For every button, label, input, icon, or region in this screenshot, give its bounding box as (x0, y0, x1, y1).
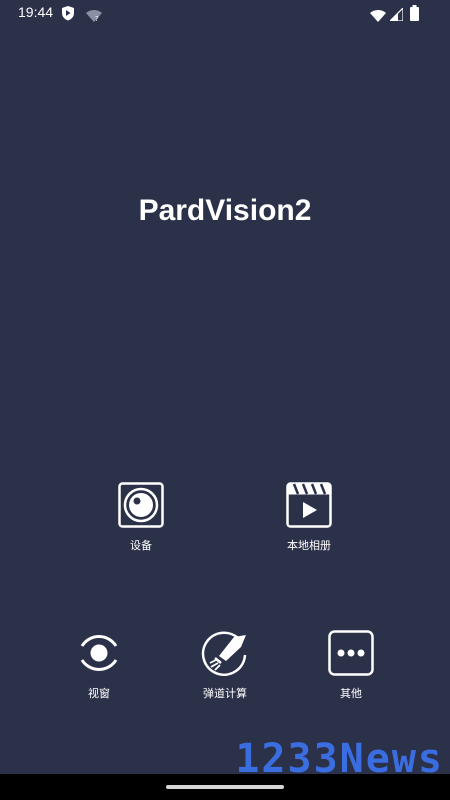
local-album-button[interactable]: 本地相册 (274, 482, 344, 553)
ballistic-calculation-button[interactable]: 弹道计算 (193, 630, 257, 701)
eye-view-icon (75, 630, 123, 680)
shield-icon (61, 5, 75, 25)
navigation-bar (0, 774, 450, 800)
battery-icon (410, 5, 419, 25)
view-button[interactable]: 视窗 (70, 630, 128, 701)
home-indicator[interactable] (166, 785, 284, 789)
svg-text:?: ? (95, 15, 99, 22)
status-time: 19:44 (18, 4, 54, 20)
wifi-question-icon: ? (86, 7, 102, 26)
ballistic-calculation-label: 弹道计算 (203, 687, 247, 700)
device-button[interactable]: 设备 (111, 482, 171, 553)
device-label: 设备 (130, 539, 152, 552)
other-button[interactable]: 其他 (322, 630, 380, 701)
other-label: 其他 (340, 687, 362, 700)
camera-lens-icon (118, 482, 164, 532)
bullet-trajectory-icon (201, 630, 249, 680)
status-bar: 19:44 ? (0, 0, 450, 28)
view-label: 视窗 (88, 687, 110, 700)
clapperboard-icon (286, 482, 332, 532)
signal-icon (388, 6, 404, 25)
wifi-icon (370, 7, 386, 26)
more-dots-icon (328, 630, 374, 680)
app-title: PardVision2 (138, 194, 312, 227)
local-album-label: 本地相册 (287, 539, 331, 552)
